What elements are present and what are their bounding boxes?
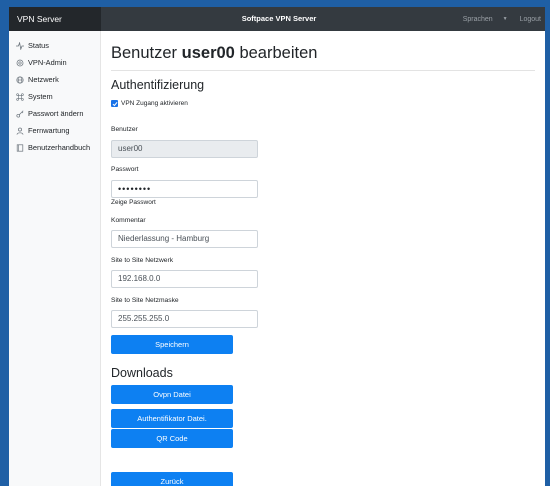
- settings-icon: [15, 58, 24, 67]
- back-button[interactable]: Zurück: [111, 472, 233, 486]
- sidebar-item-label: Status: [28, 41, 49, 50]
- sidebar-item-system[interactable]: System: [9, 88, 100, 105]
- divider: [111, 70, 535, 71]
- vpn-access-label: VPN Zugang aktivieren: [121, 100, 188, 107]
- ovpn-download-button[interactable]: Ovpn Datei: [111, 385, 233, 404]
- s2s-network-field[interactable]: 192.168.0.0: [111, 270, 258, 288]
- page-title: Benutzer user00 bearbeiten: [111, 44, 317, 63]
- show-password-toggle[interactable]: Zeige Passwort: [111, 199, 156, 206]
- user-label: Benutzer: [111, 126, 138, 133]
- sidebar-item-label: Fernwartung: [28, 126, 70, 135]
- app-title: Softpace VPN Server: [241, 14, 317, 23]
- qr-code-button[interactable]: QR Code: [111, 429, 233, 448]
- brand[interactable]: VPN Server: [9, 7, 101, 31]
- password-field[interactable]: ••••••••: [111, 180, 258, 198]
- sidebar-item-label: Passwort ändern: [28, 109, 84, 118]
- topbar-actions: Sprachen ▼ Logout: [443, 7, 541, 32]
- sidebar-item-label: Netzwerk: [28, 75, 59, 84]
- sidebar-item-label: VPN-Admin: [28, 58, 67, 67]
- vpn-access-checkbox[interactable]: [111, 100, 118, 107]
- comment-field[interactable]: Niederlassung - Hamburg: [111, 230, 258, 248]
- save-button[interactable]: Speichern: [111, 335, 233, 354]
- page-title-suffix: bearbeiten: [239, 44, 318, 62]
- page-title-user: user00: [181, 44, 235, 62]
- sidebar-item-fernwartung[interactable]: Fernwartung: [9, 122, 100, 139]
- sidebar-item-vpn-admin[interactable]: VPN-Admin: [9, 54, 100, 71]
- comment-label: Kommentar: [111, 217, 146, 224]
- command-icon: [15, 92, 24, 101]
- sidebar-item-handbuch[interactable]: Benutzerhandbuch: [9, 139, 100, 156]
- authenticator-download-button[interactable]: Authentifikator Datei.: [111, 409, 233, 428]
- vpn-access-checkbox-row[interactable]: VPN Zugang aktivieren: [111, 100, 188, 107]
- caret-down-icon: ▼: [502, 16, 508, 22]
- key-icon: [15, 109, 24, 118]
- sidebar-item-label: System: [28, 92, 53, 101]
- sidebar-item-status[interactable]: Status: [9, 37, 100, 54]
- downloads-heading: Downloads: [111, 366, 173, 380]
- page-title-prefix: Benutzer: [111, 44, 178, 62]
- auth-heading: Authentifizierung: [111, 78, 205, 92]
- app-window: VPN Server Softpace VPN Server Sprachen ▼…: [9, 7, 545, 486]
- top-navbar: VPN Server Softpace VPN Server Sprachen ▼…: [9, 7, 545, 31]
- logout-link[interactable]: Logout: [520, 16, 541, 23]
- sidebar-item-passwort[interactable]: Passwort ändern: [9, 105, 100, 122]
- globe-icon: [15, 75, 24, 84]
- password-label: Passwort: [111, 166, 139, 173]
- sidebar-item-label: Benutzerhandbuch: [28, 143, 91, 152]
- user-field[interactable]: user00: [111, 140, 258, 158]
- sidebar: Status VPN-Admin Netzwerk System Passwor…: [9, 31, 101, 486]
- s2s-network-label: Site to Site Netzwerk: [111, 257, 174, 264]
- user-icon: [15, 126, 24, 135]
- languages-label: Sprachen: [462, 16, 493, 23]
- languages-dropdown[interactable]: Sprachen ▼: [453, 16, 508, 23]
- sidebar-item-netzwerk[interactable]: Netzwerk: [9, 71, 100, 88]
- book-icon: [15, 143, 24, 152]
- s2s-netmask-label: Site to Site Netzmaske: [111, 297, 179, 304]
- s2s-netmask-field[interactable]: 255.255.255.0: [111, 310, 258, 328]
- activity-icon: [15, 41, 24, 50]
